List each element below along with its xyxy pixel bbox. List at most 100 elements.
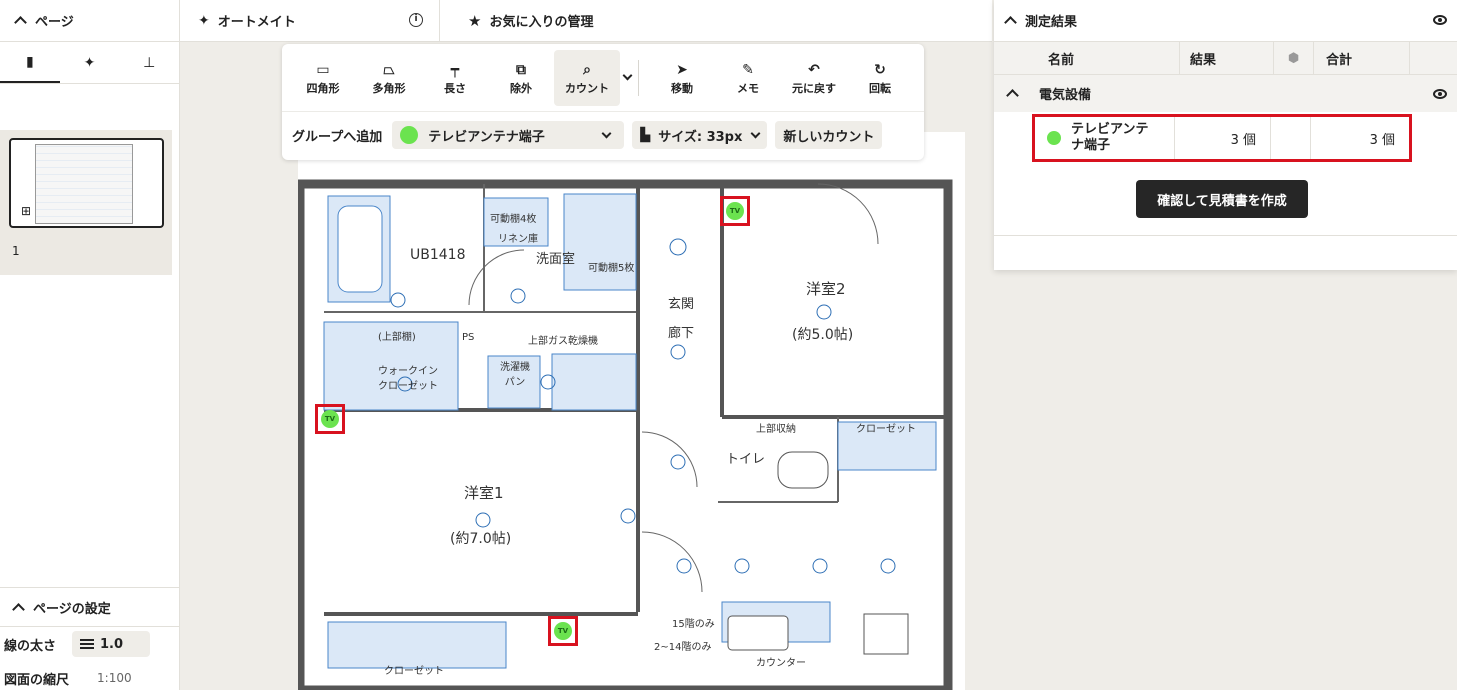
tv-count-marker[interactable]: TV	[315, 404, 345, 434]
tv-count-marker[interactable]: TV	[548, 616, 578, 646]
tool-label: 移動	[671, 81, 693, 95]
pin-icon: ⊥	[143, 54, 156, 71]
count-options-row: グループへ追加 テレビアンテナ端子 ▙ サイズ: 33px 新しいカウント	[282, 112, 924, 158]
color-dot	[400, 126, 419, 144]
tool-count[interactable]: ⌕ カウント	[554, 49, 620, 106]
count-icon: ⌕	[583, 61, 591, 78]
favorites-header[interactable]: ★ お気に入りの管理	[440, 0, 992, 42]
tab-pin[interactable]: ⊥	[119, 42, 179, 83]
automate-label: オートメイト	[217, 15, 296, 30]
tool-rotate[interactable]: ↻ 回転	[847, 50, 913, 106]
scale-label: 図面の縮尺	[4, 672, 70, 688]
line-width-row: 線の太さ 1.0	[0, 627, 180, 661]
tab-pages[interactable]: ▮	[0, 42, 60, 83]
tool-rectangle[interactable]: ▭ 四角形	[290, 50, 356, 106]
fp-label-entrance: 玄関	[668, 297, 695, 312]
col-name[interactable]: 名前	[994, 42, 1180, 74]
tab-automate[interactable]: ✦	[60, 42, 120, 83]
chevron-up-icon	[12, 602, 25, 616]
tool-label: カウント	[565, 81, 609, 95]
polygon-icon: ⏢	[383, 61, 395, 78]
toolbar-divider	[638, 59, 639, 96]
result-value: 3 個	[1175, 117, 1271, 159]
tool-move[interactable]: ➤ 移動	[649, 50, 715, 106]
tool-polygon[interactable]: ⏢ 多角形	[356, 50, 422, 106]
eye-icon[interactable]	[1433, 15, 1447, 25]
tool-label: 多角形	[372, 81, 406, 95]
floorplan-drawing	[295, 179, 953, 690]
tool-length[interactable]: ┯ 長さ	[422, 50, 488, 106]
fp-label-shelf4: 可動棚4枚	[490, 214, 537, 225]
floorplan-sheet[interactable]: UB1418 洗面室 玄関 洋室2 (約5.0帖) 廊下 トイレ 洋室1 (約7…	[295, 132, 965, 690]
create-estimate-button[interactable]: 確認して見積書を作成	[1136, 180, 1308, 218]
results-header[interactable]: 測定結果	[994, 0, 1457, 42]
document-icon: ▮	[25, 53, 34, 70]
fp-label-counter: カウンター	[756, 658, 806, 669]
fp-label-room2-size: (約5.0帖)	[792, 327, 854, 343]
fp-label-ps: PS	[462, 332, 475, 343]
tool-label: 元に戻す	[792, 81, 836, 95]
result-row[interactable]: テレビアンテナ端子 3 個 3 個	[1032, 114, 1412, 162]
results-panel: 測定結果 名前 結果 ⬢ 合計 電気設備 テレビアンテナ端子 3 個 3 個 確…	[994, 0, 1457, 270]
tv-marker-label: TV	[554, 622, 572, 640]
pages-label: ページ	[35, 15, 74, 30]
result-empty-cell	[1271, 117, 1311, 159]
eye-icon[interactable]	[1433, 89, 1447, 99]
chevron-down-icon	[750, 128, 761, 138]
group-row-electrical[interactable]: 電気設備	[994, 74, 1457, 112]
fp-label-closet1: クローゼット	[384, 666, 444, 677]
color-dot	[1047, 131, 1061, 145]
fp-label-floor2-14: 2~14階のみ	[654, 642, 712, 653]
fp-label-room1: 洋室1	[464, 484, 504, 502]
chevron-down-icon	[622, 70, 632, 81]
fp-label-ub: UB1418	[410, 247, 466, 263]
fp-label-gas-dryer: 上部ガス乾燥機	[528, 336, 598, 347]
fp-label-linen: リネン庫	[498, 234, 538, 245]
fp-label-hall: 廊下	[668, 326, 695, 341]
tool-exclude[interactable]: ⧉ 除外	[488, 50, 554, 106]
size-select[interactable]: ▙ サイズ: 33px	[632, 121, 768, 149]
count-dropdown-toggle[interactable]	[620, 70, 634, 81]
undo-icon: ↶	[808, 61, 820, 78]
chevron-up-icon	[1004, 16, 1017, 29]
ruler-marker-icon: ⊞	[21, 204, 32, 218]
scale-value[interactable]: 1:100	[97, 671, 132, 685]
info-icon[interactable]: i	[409, 13, 423, 27]
line-width-label: 線の太さ	[4, 638, 57, 654]
measure-toolbar: ▭ 四角形 ⏢ 多角形 ┯ 長さ ⧉ 除外 ⌕ カウント ➤ 移動 ✎ メモ ↶ 元に戻す ↻ 回…	[282, 44, 924, 160]
exclude-icon: ⧉	[516, 61, 526, 78]
pages-panel-header[interactable]: ページ	[0, 0, 180, 42]
tv-count-marker[interactable]: TV	[720, 196, 750, 226]
tool-undo[interactable]: ↶ 元に戻す	[781, 50, 847, 106]
page-settings: ページの設定 線の太さ 1.0 図面の縮尺 1:100	[0, 587, 180, 690]
rotate-icon: ↻	[874, 61, 886, 78]
rectangle-icon: ▭	[316, 61, 330, 78]
results-table-header: 名前 結果 ⬢ 合計	[994, 42, 1457, 74]
cube-icon: ⬢	[1274, 42, 1314, 74]
fp-label-room1-size: (約7.0帖)	[450, 531, 512, 547]
sparkle-icon: ✦	[83, 54, 96, 71]
fp-label-room2: 洋室2	[806, 280, 846, 298]
tv-marker-label: TV	[321, 410, 339, 428]
chevron-up-icon	[14, 16, 27, 29]
page-number: 1	[12, 244, 20, 258]
add-to-group-label[interactable]: グループへ追加	[290, 121, 384, 149]
new-count-button[interactable]: 新しいカウント	[775, 121, 883, 149]
page-thumbnail[interactable]: ⊞	[9, 138, 164, 228]
fp-label-walkin: ウォークイン クローゼット	[378, 366, 438, 392]
col-result[interactable]: 結果	[1180, 42, 1274, 74]
col-total[interactable]: 合計	[1314, 42, 1410, 74]
automate-header[interactable]: ✦ オートメイト i	[180, 0, 440, 42]
fp-label-upper-storage: 上部収納	[756, 424, 796, 435]
count-item-select[interactable]: テレビアンテナ端子	[392, 121, 625, 149]
divider	[994, 235, 1457, 236]
tool-label: 除外	[510, 81, 532, 95]
fp-label-washroom: 洗面室	[536, 252, 576, 267]
chevron-up-icon	[1006, 89, 1019, 102]
page-thumbnail-item[interactable]: ⊞ 1	[0, 130, 172, 275]
results-title: 測定結果	[1025, 15, 1078, 30]
page-settings-header[interactable]: ページの設定	[0, 587, 180, 627]
line-width-select[interactable]: 1.0	[72, 631, 151, 657]
tool-memo[interactable]: ✎ メモ	[715, 50, 781, 106]
chevron-down-icon	[601, 128, 612, 138]
